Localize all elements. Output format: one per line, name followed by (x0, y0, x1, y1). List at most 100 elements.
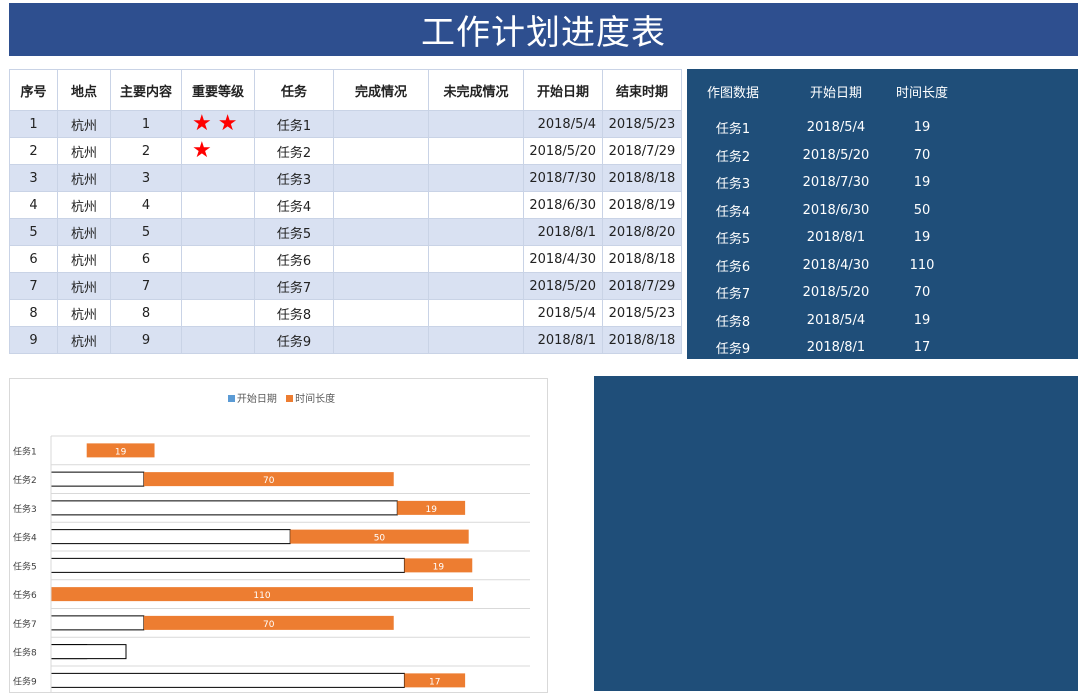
cell-task[interactable]: 任务5 (254, 218, 334, 246)
side-cell[interactable]: 2018/5/20 (779, 279, 893, 307)
cell-done[interactable] (333, 218, 429, 246)
side-row[interactable]: 任务3 2018/7/30 19 (687, 169, 951, 197)
side-cell[interactable]: 110 (893, 252, 951, 280)
side-cell[interactable]: 19 (893, 114, 951, 142)
side-cell[interactable]: 任务9 (687, 334, 779, 362)
cell-end[interactable]: 2018/8/18 (602, 164, 682, 192)
cell-task[interactable]: 任务8 (254, 299, 334, 327)
importance-cell[interactable] (181, 191, 255, 219)
cell-no[interactable]: 7 (9, 272, 58, 300)
cell-task[interactable]: 任务7 (254, 272, 334, 300)
cell-place[interactable]: 杭州 (57, 326, 111, 354)
cell-content[interactable]: 3 (110, 164, 182, 192)
side-cell[interactable]: 2018/5/20 (779, 142, 893, 170)
side-row[interactable]: 任务8 2018/5/4 19 (687, 307, 951, 335)
start-bar[interactable] (50, 672, 405, 688)
cell-task[interactable]: 任务9 (254, 326, 334, 354)
cell-content[interactable]: 7 (110, 272, 182, 300)
side-row[interactable]: 任务4 2018/6/30 50 (687, 197, 951, 225)
cell-content[interactable]: 2 (110, 137, 182, 165)
cell-done[interactable] (333, 299, 429, 327)
table-row[interactable]: 8 杭州 8 任务8 2018/5/4 2018/5/23 (9, 299, 682, 327)
side-cell[interactable]: 17 (893, 334, 951, 362)
side-cell[interactable]: 任务3 (687, 169, 779, 197)
cell-done[interactable] (333, 245, 429, 273)
cell-content[interactable]: 6 (110, 245, 182, 273)
side-cell[interactable]: 70 (893, 142, 951, 170)
cell-start[interactable]: 2018/5/20 (523, 137, 603, 165)
cell-place[interactable]: 杭州 (57, 110, 111, 138)
side-cell[interactable]: 50 (893, 197, 951, 225)
table-row[interactable]: 3 杭州 3 任务3 2018/7/30 2018/8/18 (9, 164, 682, 192)
table-row[interactable]: 1 杭州 1 ★ ★ 任务1 2018/5/4 2018/5/23 (9, 110, 682, 138)
side-cell[interactable]: 任务6 (687, 252, 779, 280)
importance-cell[interactable] (181, 326, 255, 354)
side-row[interactable]: 任务6 2018/4/30 110 (687, 252, 951, 280)
importance-cell[interactable] (181, 164, 255, 192)
cell-no[interactable]: 6 (9, 245, 58, 273)
cell-undone[interactable] (428, 137, 524, 165)
side-row[interactable]: 任务7 2018/5/20 70 (687, 279, 951, 307)
side-cell[interactable]: 2018/6/30 (779, 197, 893, 225)
cell-start[interactable]: 2018/4/30 (523, 245, 603, 273)
cell-end[interactable]: 2018/7/29 (602, 137, 682, 165)
importance-cell[interactable] (181, 272, 255, 300)
cell-no[interactable]: 8 (9, 299, 58, 327)
side-row[interactable]: 任务1 2018/5/4 19 (687, 114, 951, 142)
cell-content[interactable]: 5 (110, 218, 182, 246)
side-cell[interactable]: 2018/8/1 (779, 334, 893, 362)
cell-no[interactable]: 5 (9, 218, 58, 246)
cell-no[interactable]: 2 (9, 137, 58, 165)
side-cell[interactable]: 19 (893, 169, 951, 197)
side-cell[interactable]: 任务1 (687, 114, 779, 142)
table-row[interactable]: 9 杭州 9 任务9 2018/8/1 2018/8/18 (9, 326, 682, 354)
cell-undone[interactable] (428, 245, 524, 273)
cell-task[interactable]: 任务3 (254, 164, 334, 192)
side-cell[interactable]: 2018/5/4 (779, 114, 893, 142)
cell-start[interactable]: 2018/8/1 (523, 218, 603, 246)
start-bar[interactable] (50, 471, 145, 487)
side-cell[interactable]: 任务2 (687, 142, 779, 170)
cell-content[interactable]: 1 (110, 110, 182, 138)
cell-end[interactable]: 2018/5/23 (602, 299, 682, 327)
importance-cell[interactable]: ★ ★ (181, 110, 255, 138)
cell-no[interactable]: 3 (9, 164, 58, 192)
side-cell[interactable]: 2018/8/1 (779, 224, 893, 252)
cell-end[interactable]: 2018/8/18 (602, 326, 682, 354)
start-bar[interactable] (50, 529, 291, 545)
cell-no[interactable]: 1 (9, 110, 58, 138)
cell-end[interactable]: 2018/5/23 (602, 110, 682, 138)
side-cell[interactable]: 2018/5/4 (779, 307, 893, 335)
cell-no[interactable]: 9 (9, 326, 58, 354)
side-cell[interactable]: 2018/7/30 (779, 169, 893, 197)
cell-task[interactable]: 任务4 (254, 191, 334, 219)
cell-content[interactable]: 4 (110, 191, 182, 219)
start-bar[interactable] (50, 557, 405, 573)
table-row[interactable]: 7 杭州 7 任务7 2018/5/20 2018/7/29 (9, 272, 682, 300)
cell-content[interactable]: 9 (110, 326, 182, 354)
cell-undone[interactable] (428, 326, 524, 354)
cell-end[interactable]: 2018/8/20 (602, 218, 682, 246)
cell-place[interactable]: 杭州 (57, 299, 111, 327)
cell-place[interactable]: 杭州 (57, 272, 111, 300)
importance-cell[interactable]: ★ (181, 137, 255, 165)
cell-done[interactable] (333, 326, 429, 354)
side-cell[interactable]: 19 (893, 224, 951, 252)
side-cell[interactable]: 任务4 (687, 197, 779, 225)
importance-cell[interactable] (181, 218, 255, 246)
cell-start[interactable]: 2018/5/4 (523, 110, 603, 138)
cell-undone[interactable] (428, 110, 524, 138)
cell-done[interactable] (333, 164, 429, 192)
side-row[interactable]: 任务2 2018/5/20 70 (687, 142, 951, 170)
side-cell[interactable]: 任务5 (687, 224, 779, 252)
table-row[interactable]: 5 杭州 5 任务5 2018/8/1 2018/8/20 (9, 218, 682, 246)
importance-cell[interactable] (181, 299, 255, 327)
side-cell[interactable]: 2018/4/30 (779, 252, 893, 280)
cell-undone[interactable] (428, 218, 524, 246)
cell-start[interactable]: 2018/5/20 (523, 272, 603, 300)
table-row[interactable]: 6 杭州 6 任务6 2018/4/30 2018/8/18 (9, 245, 682, 273)
table-row[interactable]: 2 杭州 2 ★ 任务2 2018/5/20 2018/7/29 (9, 137, 682, 165)
side-cell[interactable]: 70 (893, 279, 951, 307)
cell-content[interactable]: 8 (110, 299, 182, 327)
cell-end[interactable]: 2018/8/18 (602, 245, 682, 273)
